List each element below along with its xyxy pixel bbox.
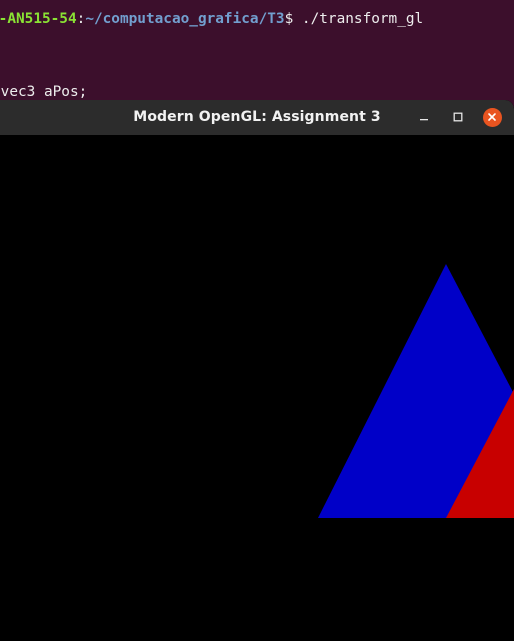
- minimize-button[interactable]: [413, 106, 435, 128]
- close-circle: [482, 107, 502, 127]
- desktop: o-AN515-54:~/computacao_grafica/T3$ ./tr…: [0, 0, 514, 641]
- render-canvas: [318, 264, 514, 518]
- terminal-command: ./transform_gl: [301, 11, 424, 27]
- prompt-path: ~/computacao_grafica/T3: [85, 11, 285, 27]
- prompt-colon: :: [76, 11, 86, 27]
- terminal-output-line: vec3 aPos;: [0, 84, 88, 100]
- close-icon: [488, 113, 496, 121]
- close-button[interactable]: [481, 106, 503, 128]
- maximize-icon: [453, 112, 463, 122]
- minimize-icon: [420, 119, 428, 121]
- window-title: Modern OpenGL: Assignment 3: [133, 109, 381, 125]
- maximize-button[interactable]: [447, 106, 469, 128]
- prompt-symbol: $: [284, 11, 302, 27]
- gl-viewport[interactable]: [0, 135, 514, 641]
- terminal-prompt-line: o-AN515-54:~/computacao_grafica/T3$ ./tr…: [0, 11, 423, 28]
- opengl-window[interactable]: Modern OpenGL: Assignment 3: [0, 100, 514, 641]
- window-titlebar[interactable]: Modern OpenGL: Assignment 3: [0, 100, 514, 135]
- prompt-user: o-AN515-54: [0, 11, 77, 27]
